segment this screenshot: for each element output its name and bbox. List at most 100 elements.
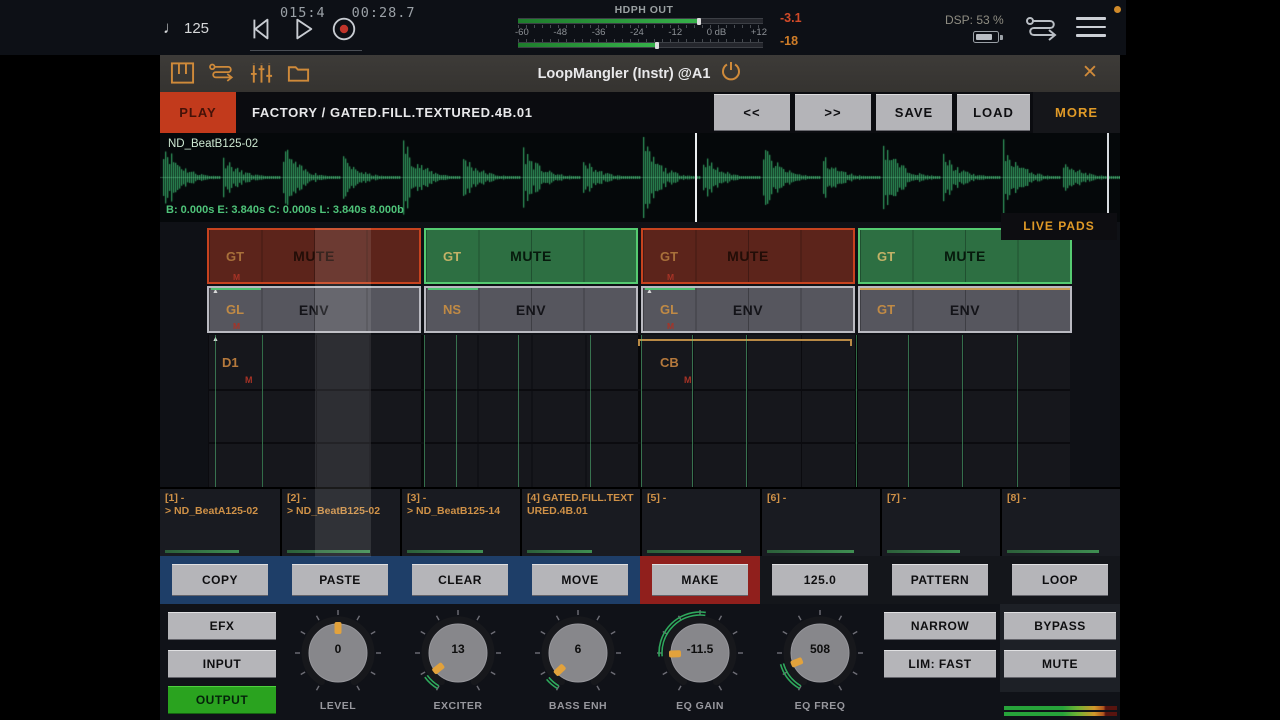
grid-tag-d1[interactable]: D1 xyxy=(222,355,239,370)
slot-mini-meter xyxy=(647,550,742,553)
knob-value: -11.5 xyxy=(686,642,714,656)
menu-button[interactable] xyxy=(1076,17,1106,43)
pad-mute-2[interactable]: GT MUTE xyxy=(424,228,638,284)
output-tab[interactable]: OUTPUT xyxy=(168,686,276,714)
playback-highlight xyxy=(315,228,371,557)
slot-7[interactable]: [7] - xyxy=(880,489,1000,556)
knob-value: 6 xyxy=(574,642,582,656)
play-button[interactable] xyxy=(288,15,316,43)
slot-4[interactable]: [4] GATED.FILL.TEXTURED.4B.01 xyxy=(520,489,640,556)
tempo-value: 125 xyxy=(184,20,210,37)
signal-flow-button[interactable] xyxy=(1022,15,1062,47)
close-button[interactable]: ✕ xyxy=(1082,61,1098,84)
slot-mini-meter xyxy=(407,550,483,553)
prev-preset-button[interactable]: << xyxy=(714,94,790,131)
mute-marker: M xyxy=(245,375,253,385)
tempo-display[interactable]: ♩ 125 xyxy=(163,18,209,38)
knob-label: EXCITER xyxy=(433,700,483,712)
pad-env-1[interactable]: ▲ GL ENV M xyxy=(207,286,421,333)
mute-marker: M xyxy=(667,272,675,282)
slot-mini-meter xyxy=(1007,550,1100,553)
waveform-display[interactable]: ND_BeatB125-02 B: 0.000s E: 3.840s C: 0.… xyxy=(160,133,1120,222)
knob-label: LEVEL xyxy=(319,700,357,712)
slot-mini-meter xyxy=(527,550,592,553)
bass-enh-knob[interactable]: 6 BASS ENH xyxy=(530,608,626,720)
mute-marker: M xyxy=(684,375,692,385)
make-button[interactable]: MAKE xyxy=(652,564,748,596)
pad-mute-3[interactable]: GT MUTE M xyxy=(641,228,855,284)
play-icon xyxy=(296,18,313,40)
app-screen: ♩ 125 015:4 00:28.7 HDPH OUT -60 -48 -36… xyxy=(0,0,1280,720)
playhead-marker[interactable] xyxy=(695,133,697,222)
move-button[interactable]: MOVE xyxy=(532,564,628,596)
meter-scale: -60 -48 -36 -24 -12 0 dB +12 xyxy=(515,27,767,38)
pad-label: ENV xyxy=(515,301,547,318)
narrow-button[interactable]: NARROW xyxy=(884,612,996,640)
more-button[interactable]: MORE xyxy=(1033,92,1120,133)
cb-range-bracket xyxy=(638,339,852,346)
copy-button[interactable]: COPY xyxy=(172,564,268,596)
knob-label: BASS ENH xyxy=(548,700,608,712)
slot-5[interactable]: [5] - xyxy=(640,489,760,556)
slot-list: [1] - > ND_BeatA125-02 [2] - > ND_BeatB125… xyxy=(160,487,1120,556)
slot-mini-meter xyxy=(767,550,855,553)
bpm-button[interactable]: 125.0 xyxy=(772,564,868,596)
slot-6[interactable]: [6] - xyxy=(760,489,880,556)
level-knob[interactable]: 0 LEVEL xyxy=(290,608,386,720)
pad-env-4[interactable]: GT ENV xyxy=(858,286,1072,333)
transport-underline xyxy=(250,50,362,51)
battery-icon xyxy=(973,31,1003,43)
peak-value-right: -18 xyxy=(780,34,799,48)
mute-button[interactable]: MUTE xyxy=(1004,650,1116,678)
skip-back-button[interactable] xyxy=(246,15,274,43)
knob-label: EQ GAIN xyxy=(676,700,724,712)
efx-tab[interactable]: EFX xyxy=(168,612,276,640)
input-tab[interactable]: INPUT xyxy=(168,650,276,678)
output-level-meter-left xyxy=(1004,706,1117,710)
next-preset-button[interactable]: >> xyxy=(795,94,871,131)
sample-loop-info: B: 0.000s E: 3.840s C: 0.000s L: 3.840s … xyxy=(166,204,404,216)
pad-label: ENV xyxy=(949,301,981,318)
pad-mute-1[interactable]: GT MUTE M xyxy=(207,228,421,284)
skip-back-icon xyxy=(253,18,269,40)
slot-3[interactable]: [3] - > ND_BeatB125-14 xyxy=(400,489,520,556)
record-button[interactable] xyxy=(330,15,358,43)
plugin-title-row: LoopMangler (Instr) @A1 xyxy=(160,55,1120,92)
eq-freq-knob[interactable]: 508 EQ FREQ xyxy=(772,608,868,720)
slot-8[interactable]: [8] - xyxy=(1000,489,1120,556)
save-button[interactable]: SAVE xyxy=(876,94,952,131)
pad-env-2[interactable]: NS ENV xyxy=(424,286,638,333)
knob-label: EQ FREQ xyxy=(794,700,846,712)
eq-gain-knob[interactable]: -11.5 EQ GAIN xyxy=(652,608,748,720)
knob-value: 508 xyxy=(809,642,831,656)
pad-env-3[interactable]: ▲ GL ENV M xyxy=(641,286,855,333)
pad-label: MUTE xyxy=(510,248,552,264)
slot-1[interactable]: [1] - > ND_BeatA125-02 xyxy=(160,489,280,556)
power-icon xyxy=(722,61,741,80)
loop-end-marker[interactable] xyxy=(1107,133,1109,222)
exciter-knob[interactable]: 13 EXCITER xyxy=(410,608,506,720)
meter-label: HDPH OUT xyxy=(614,4,674,16)
live-pads-button[interactable]: LIVE PADS xyxy=(1001,213,1117,240)
paste-button[interactable]: PASTE xyxy=(292,564,388,596)
sample-name: ND_BeatB125-02 xyxy=(168,138,259,150)
pad-label: ENV xyxy=(298,301,330,318)
output-level-meter-right xyxy=(1004,712,1117,716)
load-button[interactable]: LOAD xyxy=(957,94,1030,131)
slot-mini-meter xyxy=(887,550,961,553)
clear-button[interactable]: CLEAR xyxy=(412,564,508,596)
bypass-button[interactable]: BYPASS xyxy=(1004,612,1116,640)
pad-label: MUTE xyxy=(727,248,769,264)
pad-label: ENV xyxy=(732,301,764,318)
pattern-button[interactable]: PATTERN xyxy=(892,564,988,596)
notification-dot xyxy=(1114,6,1121,13)
preset-path[interactable]: FACTORY / GATED.FILL.TEXTURED.4B.01 xyxy=(252,92,533,133)
grid-tag-cb[interactable]: CB xyxy=(660,355,679,370)
pad-label: MUTE xyxy=(944,248,986,264)
power-button[interactable] xyxy=(720,60,742,88)
loop-button[interactable]: LOOP xyxy=(1012,564,1108,596)
play-preset-button[interactable]: PLAY xyxy=(160,92,236,133)
limiter-button[interactable]: LIM: FAST xyxy=(884,650,996,678)
plugin-title: LoopMangler (Instr) @A1 xyxy=(537,65,711,82)
meter-bar-left xyxy=(518,18,763,25)
